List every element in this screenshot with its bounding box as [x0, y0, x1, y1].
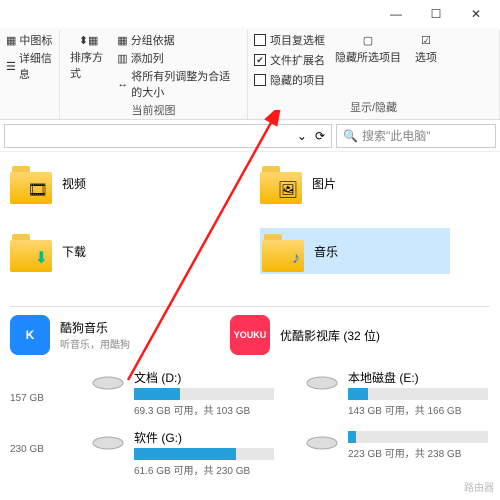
medium-icons-option[interactable]: ▦中图标 [6, 32, 53, 48]
drives-header [10, 304, 490, 307]
folder-video[interactable]: 🎞 视频 [10, 162, 200, 204]
app-youku[interactable]: YOUKU 优酷影视库 (32 位) [230, 315, 380, 355]
music-icon: ♪ [292, 250, 300, 268]
close-button[interactable]: ✕ [456, 0, 496, 28]
show-hide-label: 显示/隐藏 [254, 97, 493, 117]
maximize-button[interactable]: ☐ [416, 0, 456, 28]
current-view-label: 当前视图 [66, 100, 241, 120]
refresh-icon[interactable]: ⟳ [315, 129, 325, 143]
fit-icon: ↔ [117, 78, 128, 90]
watermark: 路由器 [464, 479, 494, 494]
minimize-button[interactable]: — [376, 0, 416, 28]
hidden-items-checkbox[interactable]: 隐藏的项目 [254, 72, 325, 88]
content-area: 🎞 视频 🖼 图片 ⬇ 下载 ♪ 音乐 K 酷狗音乐听音乐，用酷狗 [0, 152, 500, 477]
picture-icon: 🖼 [278, 180, 298, 200]
drive-free-1: 157 GB [10, 393, 60, 404]
dropdown-icon[interactable]: ⌄ [297, 129, 307, 143]
film-icon: 🎞 [28, 180, 48, 200]
disk-icon [90, 429, 126, 457]
add-column-icon: ▥ [117, 52, 127, 65]
folder-pictures[interactable]: 🖼 图片 [260, 162, 450, 204]
group-by-button[interactable]: ▦分组依据 [117, 32, 241, 48]
drives-grid: 157 GB 230 GB 文档 (D:) 69.3 GB 可用，共 103 G… [10, 369, 490, 477]
ribbon: ▦中图标 ☰详细信息 ⬍▦ 排序方式 ▦分组依据 ▥添加列 ↔将所有列调整为合适… [0, 28, 500, 120]
search-input[interactable]: 🔍 搜索"此电脑" [336, 124, 496, 148]
file-ext-checkbox[interactable]: ✔文件扩展名 [254, 52, 325, 68]
drive-free-2: 230 GB [10, 444, 60, 455]
options-icon: ☑ [421, 34, 431, 47]
hide-icon: ▢ [363, 34, 373, 47]
hide-selected-button[interactable]: ▢ 隐藏所选项目 [331, 32, 405, 67]
options-button[interactable]: ☑ 选项 [411, 32, 441, 67]
disk-icon [304, 369, 340, 397]
window-titlebar: — ☐ ✕ [0, 0, 500, 28]
folder-music[interactable]: ♪ 音乐 [260, 228, 450, 274]
folder-downloads[interactable]: ⬇ 下载 [10, 228, 200, 274]
search-icon: 🔍 [343, 129, 358, 143]
drive-e[interactable]: 本地磁盘 (E:) 143 GB 可用，共 166 GB [304, 369, 488, 417]
add-column-button[interactable]: ▥添加列 [117, 50, 241, 66]
address-box[interactable]: ⌄ ⟳ [4, 124, 332, 148]
fit-columns-button[interactable]: ↔将所有列调整为合适的大小 [117, 68, 241, 100]
drive-d[interactable]: 文档 (D:) 69.3 GB 可用，共 103 GB [90, 369, 274, 417]
sort-button[interactable]: ⬍▦ 排序方式 [66, 32, 111, 83]
download-icon: ⬇ [35, 248, 48, 268]
disk-icon [90, 369, 126, 397]
item-checkboxes-checkbox[interactable]: 项目复选框 [254, 32, 325, 48]
details-option[interactable]: ☰详细信息 [6, 50, 53, 82]
disk-icon [304, 429, 340, 457]
drive-h[interactable]: 223 GB 可用，共 238 GB [304, 429, 488, 460]
app-kugou[interactable]: K 酷狗音乐听音乐，用酷狗 [10, 315, 130, 355]
address-bar: ⌄ ⟳ 🔍 搜索"此电脑" [0, 120, 500, 152]
group-icon: ▦ [117, 34, 127, 47]
drive-g[interactable]: 软件 (G:) 61.6 GB 可用，共 230 GB [90, 429, 274, 477]
sort-icon: ⬍▦ [79, 34, 99, 47]
